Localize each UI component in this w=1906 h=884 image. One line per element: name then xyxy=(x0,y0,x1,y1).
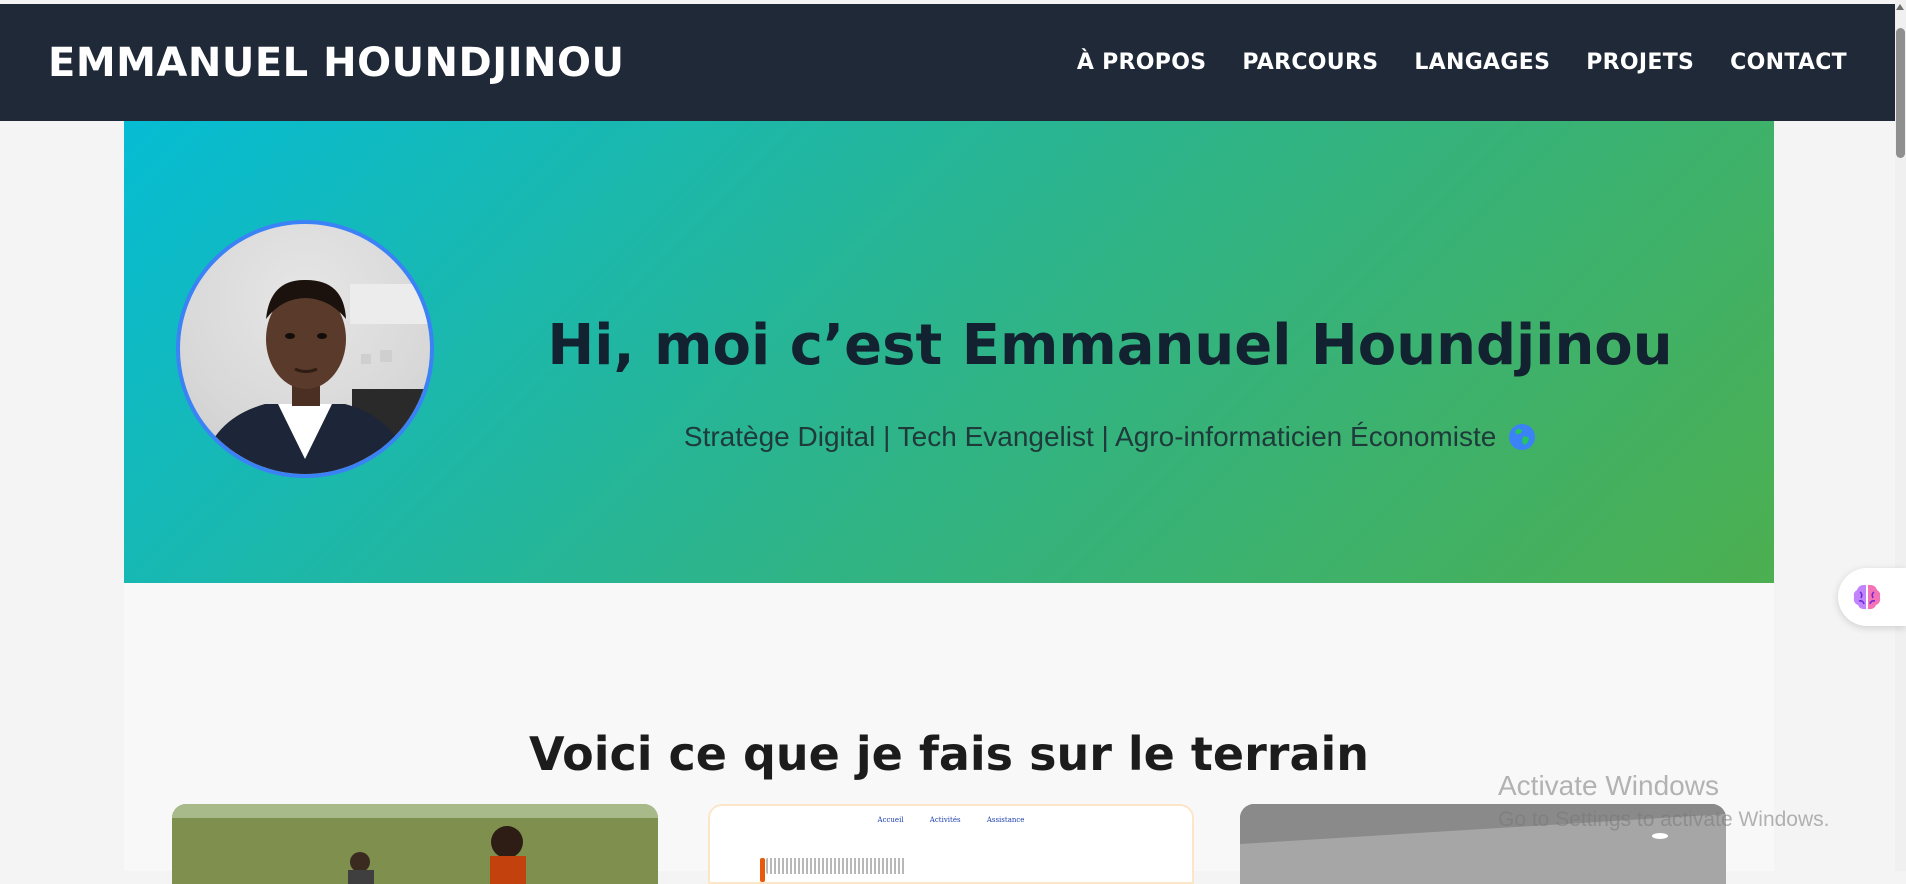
nav-link-contact[interactable]: CONTACT xyxy=(1730,50,1847,75)
navbar: EMMANUEL HOUNDJINOU À PROPOS PARCOURS LA… xyxy=(0,4,1895,121)
site-brand[interactable]: EMMANUEL HOUNDJINOU xyxy=(48,40,624,86)
mini-nav-item: Activités xyxy=(929,816,961,824)
watermark-title: Activate Windows xyxy=(1498,770,1719,801)
mini-nav-item: Assistance xyxy=(986,816,1025,824)
nav-link-a-propos[interactable]: À PROPOS xyxy=(1077,50,1207,75)
hero-title: Hi, moi c’est Emmanuel Houndjinou xyxy=(547,312,1673,378)
page-scrollbar[interactable] xyxy=(1895,0,1906,871)
notebook-spiral-icon xyxy=(766,858,906,874)
scrollbar-thumb[interactable] xyxy=(1896,28,1905,158)
windows-activation-watermark: Activate Windows Go to Settings to activ… xyxy=(1498,770,1830,832)
nav-link-projets[interactable]: PROJETS xyxy=(1586,50,1694,75)
nav-link-parcours[interactable]: PARCOURS xyxy=(1242,50,1378,75)
terrain-card[interactable]: Accueil Activités Assistance xyxy=(708,804,1194,884)
main-nav: À PROPOS PARCOURS LANGAGES PROJETS CONTA… xyxy=(1041,50,1847,75)
document-screenshot-mini-nav: Accueil Activités Assistance xyxy=(710,816,1192,824)
brain-icon xyxy=(1853,584,1881,610)
terrain-card[interactable] xyxy=(172,804,658,884)
hero-subtitle-text: Stratège Digital | Tech Evangelist | Agr… xyxy=(683,421,1497,452)
field-photo-icon xyxy=(172,804,658,884)
profile-photo-icon xyxy=(200,279,430,474)
nav-link-langages[interactable]: LANGAGES xyxy=(1414,50,1550,75)
scroll-up-arrow-icon[interactable] xyxy=(1896,4,1904,10)
globe-icon xyxy=(1509,424,1536,450)
notebook-tip-icon xyxy=(760,858,765,882)
watermark-subtitle: Go to Settings to activate Windows. xyxy=(1498,808,1830,831)
profile-avatar xyxy=(176,220,434,478)
mini-nav-item: Accueil xyxy=(877,816,904,824)
ai-assistant-button[interactable] xyxy=(1838,568,1906,626)
hero-subtitle: Stratège Digital | Tech Evangelist | Agr… xyxy=(500,421,1720,453)
